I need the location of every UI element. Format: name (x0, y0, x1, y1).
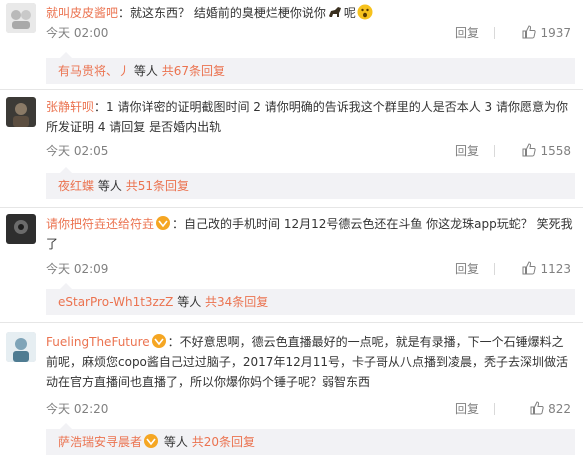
avatar[interactable] (6, 97, 36, 127)
comment-time: 今天 02:00 (46, 26, 109, 40)
thumbs-up-icon (522, 25, 537, 39)
like-count: 1558 (540, 144, 571, 158)
sub-reply-user[interactable]: 萨浩瑞安寻晨者 (58, 435, 142, 449)
avatar[interactable] (6, 332, 36, 362)
username[interactable]: 请你把符垚还给符垚 (46, 217, 154, 231)
sub-reply-more-link[interactable]: 共67条回复 (162, 64, 225, 78)
vip-badge-icon (143, 432, 159, 448)
like-button[interactable]: 822 (503, 400, 571, 418)
sub-replies: 夜红蝶 等人 共51条回复 (46, 167, 575, 199)
thumbs-up-icon (522, 143, 537, 157)
vip-badge-icon (151, 333, 167, 349)
username[interactable]: 张静轩呗 (46, 100, 94, 114)
sub-replies: 萨浩瑞安寻晨者 等人 共20条回复 (46, 423, 575, 455)
horse-emoji (327, 4, 343, 20)
avatar[interactable] (6, 3, 36, 33)
divider (494, 145, 495, 157)
thumbs-up-icon (522, 261, 537, 275)
sub-reply-more-link[interactable]: 共51条回复 (126, 179, 189, 193)
divider (494, 403, 495, 415)
sub-reply-mid: 等人 (97, 179, 122, 193)
divider (0, 322, 583, 323)
comment-time: 今天 02:05 (46, 144, 109, 158)
like-count: 1937 (540, 26, 571, 40)
divider (0, 207, 583, 208)
divider (0, 89, 583, 90)
sub-reply-mid: 等人 (163, 435, 188, 449)
comment-time: 今天 02:20 (46, 402, 109, 416)
sub-reply-more-link[interactable]: 共34条回复 (205, 295, 268, 309)
username[interactable]: 就叫皮皮酱吧 (46, 6, 118, 20)
sub-reply-user[interactable]: eStarPro-Wh1t3zzZ (58, 295, 173, 309)
reply-button[interactable]: 回复 (455, 400, 479, 418)
thumbs-up-icon (530, 401, 544, 415)
sub-reply-mid: 等人 (177, 295, 202, 309)
sub-reply-more-link[interactable]: 共20条回复 (192, 435, 255, 449)
like-button[interactable]: 1558 (503, 142, 571, 160)
comment-text: ：1 请你详密的证明截图时间 2 请你明确的告诉我这个群里的人是否本人 3 请你… (46, 100, 568, 134)
reply-button[interactable]: 回复 (455, 142, 479, 160)
sub-reply-user[interactable]: 有马贵将、丿 (58, 64, 130, 78)
username[interactable]: FuelingTheFuture (46, 335, 150, 349)
sub-reply-mid: 等人 (133, 64, 158, 78)
like-count: 1123 (540, 262, 571, 276)
avatar[interactable] (6, 214, 36, 244)
vip-badge-icon (155, 215, 171, 231)
like-button[interactable]: 1123 (503, 260, 571, 278)
comment-text: ：就这东西？ 结婚前的臭梗烂梗你说你 (118, 6, 326, 20)
divider (494, 27, 495, 39)
comment-time: 今天 02:09 (46, 262, 109, 276)
reply-button[interactable]: 回复 (455, 24, 479, 42)
comment-text-end: 呢 (343, 6, 356, 20)
sub-replies: 有马贵将、丿 等人 共67条回复 (46, 52, 575, 84)
like-count: 822 (548, 402, 571, 416)
divider (494, 263, 495, 275)
sub-reply-user[interactable]: 夜红蝶 (58, 179, 94, 193)
surprised-emoji (357, 4, 373, 20)
reply-button[interactable]: 回复 (455, 260, 479, 278)
sub-replies: eStarPro-Wh1t3zzZ 等人 共34条回复 (46, 283, 575, 315)
like-button[interactable]: 1937 (503, 24, 571, 42)
